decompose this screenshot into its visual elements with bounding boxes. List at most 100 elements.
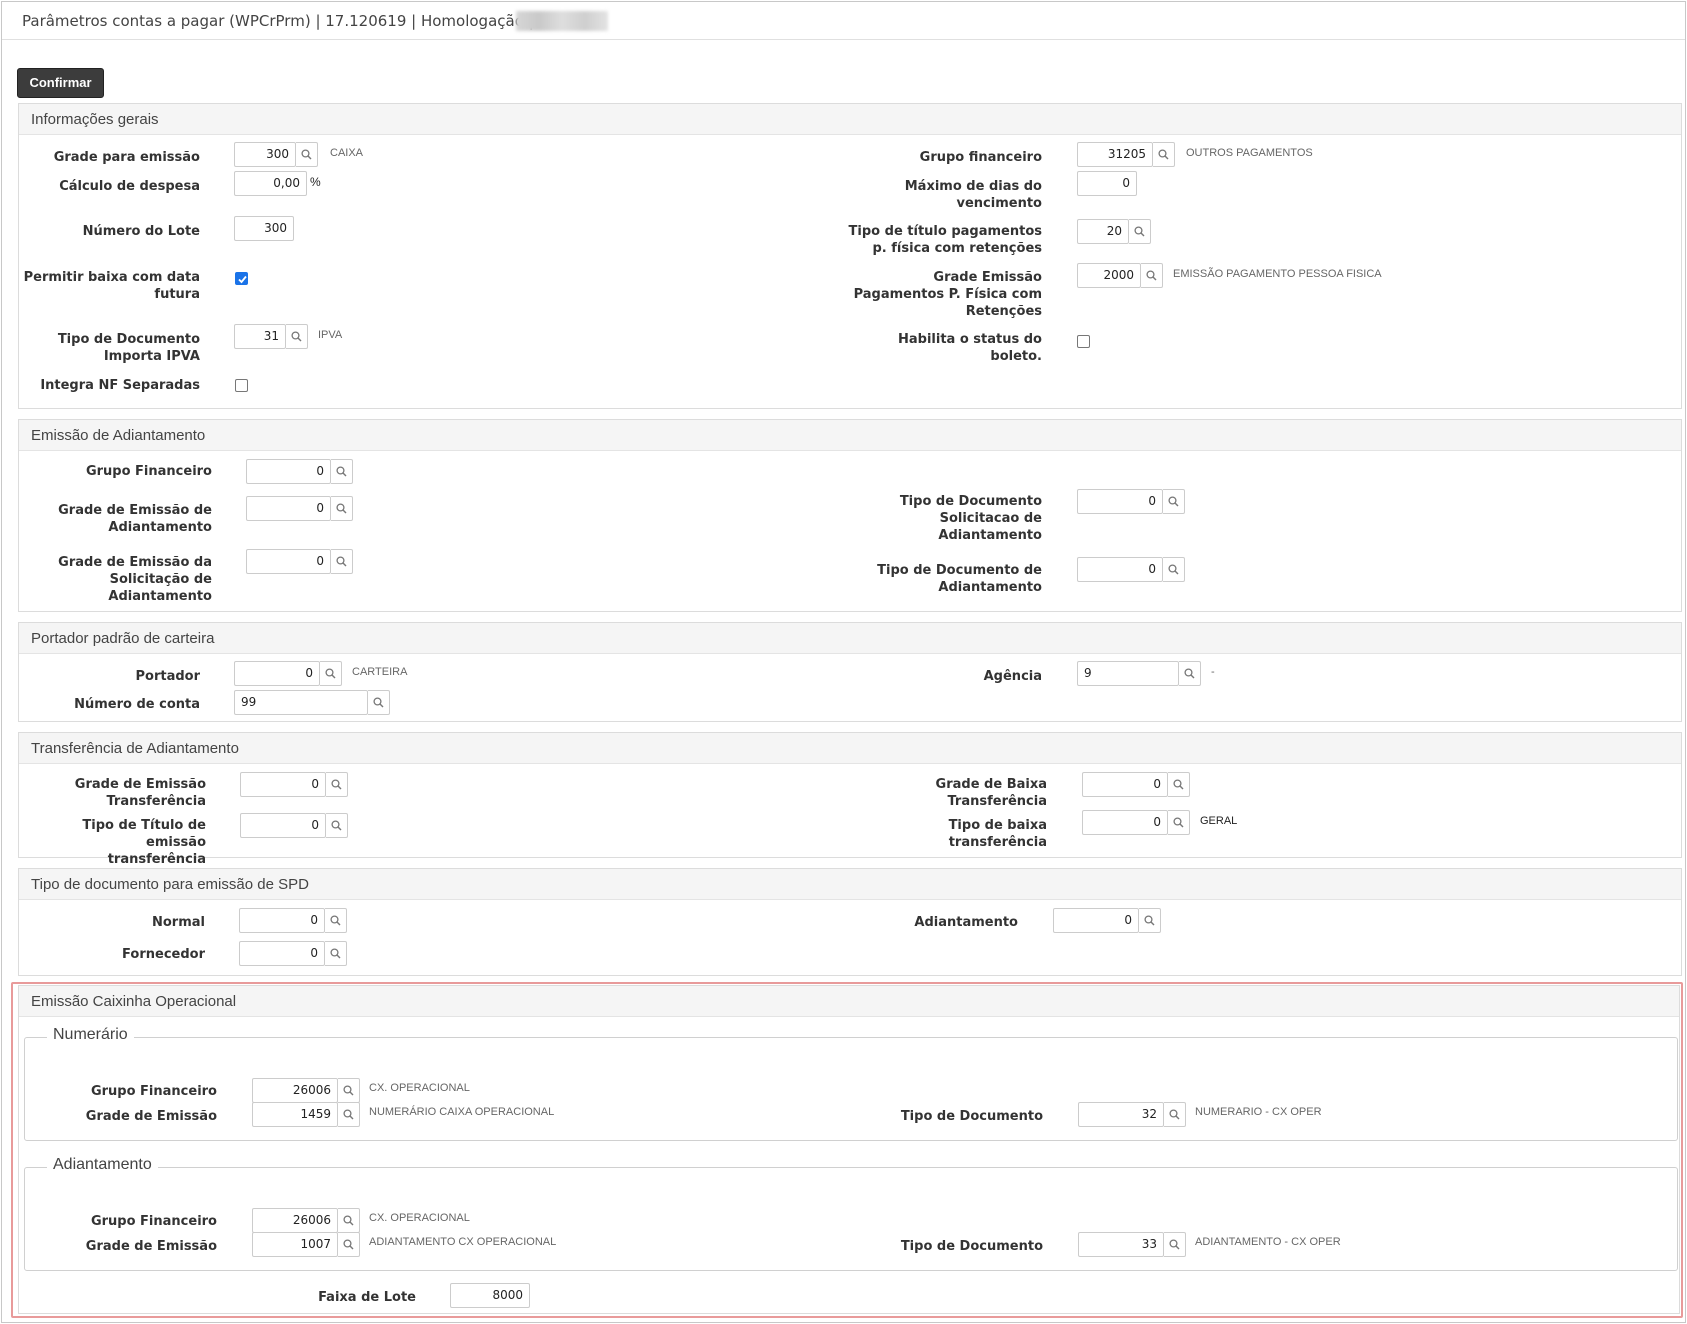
portador-input[interactable]: 0 — [234, 661, 320, 686]
num-grupo-financeiro-desc: CX. OPERACIONAL — [369, 1082, 470, 1094]
adi-tipo-documento-search-button[interactable] — [1164, 1232, 1186, 1257]
portador-search-button[interactable] — [320, 661, 342, 686]
spd-normal-search-button[interactable] — [325, 908, 347, 933]
tipo-doc-ipva-input[interactable]: 31 — [234, 324, 286, 349]
spd-adiantamento-input[interactable]: 0 — [1053, 908, 1139, 933]
tipo-baixa-transf-input[interactable]: 0 — [1082, 810, 1168, 835]
search-icon — [1146, 270, 1157, 281]
grade-emissao-adiant-input[interactable]: 0 — [246, 496, 331, 521]
grade-emissao-solic-input[interactable]: 0 — [246, 549, 331, 574]
window-title: Parâmetros contas a pagar (WPCrPrm) | 17… — [22, 12, 548, 30]
num-tipo-documento-input[interactable]: 32 — [1078, 1102, 1164, 1127]
section-header: Informações gerais — [19, 103, 1681, 135]
grupo-financeiro-search-button[interactable] — [1153, 142, 1175, 167]
grade-emissao-transf-input[interactable]: 0 — [240, 772, 326, 797]
confirm-button[interactable]: Confirmar — [17, 68, 104, 98]
num-grade-emissao-input[interactable]: 1459 — [252, 1102, 338, 1127]
label-line: Pagamentos P. Física com — [853, 287, 1042, 302]
grade-emissao-adiant-search-button[interactable] — [331, 496, 353, 521]
grade-emissao-transf-search-button[interactable] — [326, 772, 348, 797]
num-grade-emissao-search-button[interactable] — [338, 1102, 360, 1127]
search-icon — [1173, 779, 1184, 790]
grade-emissao-input[interactable]: 300 — [234, 142, 296, 167]
grade-emissao-pf-desc: EMISSÃO PAGAMENTO PESSOA FISICA — [1173, 268, 1382, 280]
tipo-baixa-transf-search-button[interactable] — [1168, 810, 1190, 835]
spd-normal-input[interactable]: 0 — [239, 908, 325, 933]
label-line: Tipo de Documento de — [877, 563, 1042, 578]
maximo-dias-input[interactable]: 0 — [1077, 171, 1137, 196]
tipo-titulo-pf-search-button[interactable] — [1129, 219, 1151, 244]
label-line: boleto. — [990, 349, 1042, 364]
spd-fornecedor-search-button[interactable] — [325, 941, 347, 966]
label-line: Tipo de título pagamentos — [848, 224, 1042, 239]
label-tipo-doc-solic: Tipo de Documento Solicitacao de Adianta… — [802, 493, 1042, 544]
tipo-doc-solic-input[interactable]: 0 — [1077, 489, 1163, 514]
label-calculo-despesa: Cálculo de despesa — [59, 179, 200, 194]
label-line: Máximo de dias do — [904, 179, 1042, 194]
num-tipo-documento-desc: NUMERARIO - CX OPER — [1195, 1106, 1322, 1118]
label-line: Adiantamento — [938, 528, 1042, 543]
adi-grupo-financeiro-input[interactable]: 26006 — [252, 1208, 338, 1233]
numero-conta-input[interactable]: 99 — [234, 690, 368, 715]
label-grade-emissao-adiant: Grade de Emissão de Adiantamento — [22, 502, 212, 536]
tipo-doc-solic-search-button[interactable] — [1163, 489, 1185, 514]
search-icon — [1168, 496, 1179, 507]
agencia-input[interactable]: 9 — [1077, 661, 1179, 686]
label-num-grupo-financeiro: Grupo Financeiro — [90, 1084, 217, 1099]
tipo-titulo-transf-input[interactable]: 0 — [240, 813, 326, 838]
agencia-search-button[interactable] — [1179, 661, 1201, 686]
search-icon — [330, 915, 341, 926]
label-permitir-baixa: Permitir baixa com data futura — [22, 269, 200, 303]
search-icon — [325, 668, 336, 679]
num-grupo-financeiro-search-button[interactable] — [338, 1078, 360, 1103]
calculo-despesa-input[interactable]: 0,00 — [234, 171, 307, 196]
grupo-financeiro-adiant-search-button[interactable] — [331, 459, 353, 484]
grupo-financeiro-adiant-input[interactable]: 0 — [246, 459, 331, 484]
num-tipo-documento-search-button[interactable] — [1164, 1102, 1186, 1127]
percent-unit: % — [310, 175, 321, 189]
fieldset-legend: Numerário — [47, 1026, 134, 1044]
adi-grupo-financeiro-search-button[interactable] — [338, 1208, 360, 1233]
label-line: Importa IPVA — [103, 349, 200, 364]
grade-baixa-transf-search-button[interactable] — [1168, 772, 1190, 797]
tipo-doc-ipva-desc: IPVA — [318, 329, 343, 341]
spd-fornecedor-input[interactable]: 0 — [239, 941, 325, 966]
section-title: Portador padrão de carteira — [31, 630, 215, 647]
numero-lote-input[interactable]: 300 — [234, 216, 294, 241]
tipo-titulo-transf-search-button[interactable] — [326, 813, 348, 838]
label-grade-emissao-pf: Grade Emissão Pagamentos P. Física com R… — [802, 269, 1042, 320]
label-line: Transferência — [106, 794, 206, 809]
grupo-financeiro-input[interactable]: 31205 — [1077, 142, 1153, 167]
label-tipo-baixa-transf: Tipo de baixa transferência — [802, 817, 1047, 851]
label-adi-grade-emissao: Grade de Emissão — [85, 1239, 217, 1254]
adi-grade-emissao-search-button[interactable] — [338, 1232, 360, 1257]
label-tipo-doc-ipva: Tipo de Documento Importa IPVA — [22, 331, 200, 365]
tipo-doc-adiant-search-button[interactable] — [1163, 557, 1185, 582]
adi-grade-emissao-input[interactable]: 1007 — [252, 1232, 338, 1257]
num-grupo-financeiro-input[interactable]: 26006 — [252, 1078, 338, 1103]
tipo-doc-ipva-search-button[interactable] — [286, 324, 308, 349]
label-line: Permitir baixa com data — [23, 270, 200, 285]
tipo-titulo-pf-input[interactable]: 20 — [1077, 219, 1129, 244]
adi-tipo-documento-input[interactable]: 33 — [1078, 1232, 1164, 1257]
grade-baixa-transf-input[interactable]: 0 — [1082, 772, 1168, 797]
faixa-lote-input[interactable]: 8000 — [450, 1283, 530, 1308]
section-title: Emissão de Adiantamento — [31, 427, 206, 444]
portador-desc: CARTEIRA — [352, 666, 408, 678]
permitir-baixa-checkbox[interactable] — [235, 272, 248, 285]
section-header: Emissão Caixinha Operacional — [19, 985, 1679, 1017]
numero-conta-search-button[interactable] — [368, 690, 390, 715]
tipo-doc-adiant-input[interactable]: 0 — [1077, 557, 1163, 582]
habilita-status-checkbox[interactable] — [1077, 335, 1090, 348]
integra-nf-checkbox[interactable] — [235, 379, 248, 392]
label-line: Adiantamento — [108, 589, 212, 604]
label-agencia: Agência — [983, 669, 1042, 684]
label-numero-lote: Número do Lote — [82, 224, 200, 239]
label-line: Solicitação de — [109, 572, 212, 587]
grade-emissao-pf-search-button[interactable] — [1141, 263, 1163, 288]
spd-adiantamento-search-button[interactable] — [1139, 908, 1161, 933]
grade-emissao-pf-input[interactable]: 2000 — [1077, 263, 1141, 288]
grade-emissao-solic-search-button[interactable] — [331, 549, 353, 574]
grade-emissao-search-button[interactable] — [296, 142, 318, 167]
label-faixa-lote: Faixa de Lote — [318, 1290, 416, 1305]
